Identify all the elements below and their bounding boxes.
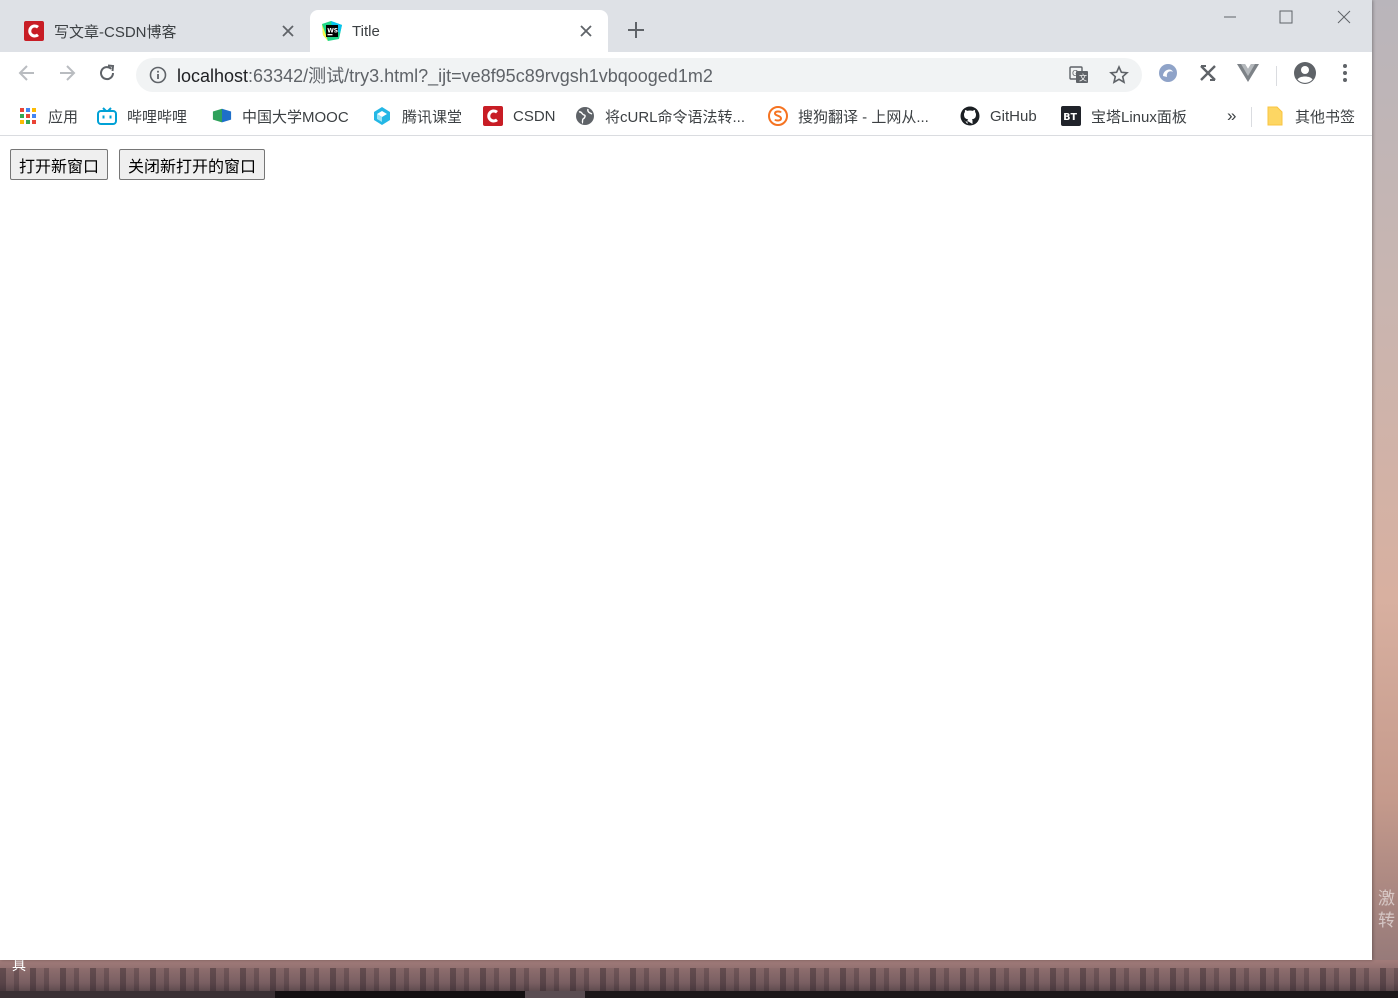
minimize-button[interactable]: [1202, 0, 1258, 36]
bookmark-label: GitHub: [990, 107, 1037, 125]
webstorm-icon: WS: [322, 21, 342, 41]
avatar-icon: [1293, 61, 1317, 89]
mooc-icon: [212, 106, 232, 126]
back-button[interactable]: [12, 60, 42, 90]
chevron-double-right-icon: »: [1227, 106, 1237, 125]
bookmark-label: 中国大学MOOC: [242, 108, 349, 126]
csdn-icon: [483, 106, 503, 126]
browser-window: 写文章-CSDN博客 WS Title localhost:63342/测试/t…: [0, 0, 1372, 960]
close-icon[interactable]: [278, 21, 298, 41]
bookmarks-bar: 应用 哔哩哔哩 中国大学MOOC 腾讯课堂 CSDN 将cURL命令语法转...…: [0, 98, 1372, 136]
translate-icon[interactable]: G文: [1066, 62, 1092, 88]
star-icon[interactable]: [1106, 62, 1132, 88]
info-icon[interactable]: [147, 64, 169, 86]
bookmark-tencent-classroom[interactable]: 腾讯课堂: [372, 104, 462, 128]
forward-button[interactable]: [52, 60, 82, 90]
profile-button[interactable]: [1290, 60, 1320, 90]
globe-icon: [575, 106, 595, 126]
toolbar-divider: [1276, 66, 1277, 86]
bookmark-curl[interactable]: 将cURL命令语法转...: [575, 104, 745, 128]
bt-icon: BT: [1061, 106, 1081, 126]
bookmark-label: 腾讯课堂: [402, 108, 463, 126]
extension-button-3[interactable]: [1233, 60, 1263, 90]
close-opened-window-button[interactable]: 关闭新打开的窗口: [119, 149, 266, 180]
tab-title-page[interactable]: WS Title: [310, 10, 608, 52]
bookmarks-divider: [1251, 107, 1252, 127]
extension-button-1[interactable]: [1153, 60, 1183, 90]
new-tab-button[interactable]: [622, 18, 650, 46]
bookmark-label: 哔哩哔哩: [127, 108, 188, 126]
window-close-button[interactable]: [1316, 0, 1372, 36]
reload-icon: [97, 63, 117, 87]
bt-badge-text: BT: [1063, 112, 1077, 123]
bookmark-label: CSDN: [513, 107, 556, 125]
arrow-left-icon: [17, 63, 37, 87]
bookmark-bt-panel[interactable]: BT 宝塔Linux面板: [1061, 104, 1187, 128]
arrow-right-icon: [57, 63, 77, 87]
svg-text:文: 文: [1079, 73, 1087, 83]
bookmark-label: 宝塔Linux面板: [1091, 108, 1187, 126]
xpath-extension-icon: [1198, 63, 1218, 87]
bookmark-github[interactable]: GitHub: [960, 104, 1037, 128]
csdn-icon: [24, 21, 44, 41]
bookmarks-overflow-button[interactable]: »: [1227, 104, 1236, 128]
svg-text:WS: WS: [327, 28, 338, 35]
maximize-button[interactable]: [1258, 0, 1314, 36]
tencent-classroom-icon: [372, 106, 392, 126]
bookmark-bilibili[interactable]: 哔哩哔哩: [97, 104, 187, 128]
desktop-watermark-text: 激转: [1378, 889, 1395, 931]
sogou-icon: [768, 106, 788, 126]
bookmark-label: 搜狗翻译 - 上网从...: [798, 108, 929, 126]
plus-icon: [627, 21, 645, 43]
more-vert-icon: [1342, 63, 1348, 87]
bookmark-label: 其他书签: [1295, 108, 1356, 126]
address-bar[interactable]: localhost:63342/测试/try3.html?_ijt=ve8f95…: [136, 58, 1142, 92]
apps-grid-icon: [18, 106, 38, 126]
desktop-wallpaper-right: [1372, 0, 1398, 998]
url-host: localhost: [177, 66, 249, 86]
minimize-icon: [1223, 9, 1237, 28]
maximize-icon: [1279, 9, 1293, 28]
tab-strip: 写文章-CSDN博客 WS Title: [0, 0, 1372, 52]
tab-csdn[interactable]: 写文章-CSDN博客: [12, 10, 308, 52]
taskbar: [0, 991, 1398, 998]
tab-title: 写文章-CSDN博客: [54, 23, 177, 41]
bookmark-mooc[interactable]: 中国大学MOOC: [212, 104, 349, 128]
menu-button[interactable]: [1330, 60, 1360, 90]
bookmark-other-folder[interactable]: 其他书签: [1265, 104, 1355, 128]
url-text[interactable]: localhost:63342/测试/try3.html?_ijt=ve8f95…: [177, 62, 713, 88]
bookmark-label: 应用: [48, 108, 79, 126]
vue-devtools-icon: [1237, 63, 1259, 87]
bookmark-csdn[interactable]: CSDN: [483, 104, 556, 128]
bookmark-label: 将cURL命令语法转...: [605, 108, 746, 126]
extension-button-2[interactable]: [1193, 60, 1223, 90]
url-path: :63342/测试/try3.html?_ijt=ve8f95c89rvgsh1…: [248, 66, 713, 86]
browser-toolbar: localhost:63342/测试/try3.html?_ijt=ve8f95…: [0, 52, 1372, 98]
close-icon: [1337, 9, 1351, 28]
open-new-window-button[interactable]: 打开新窗口: [10, 149, 109, 180]
close-icon[interactable]: [576, 21, 596, 41]
page-content: 打开新窗口 关闭新打开的窗口: [0, 137, 1372, 960]
bookmark-apps[interactable]: 应用: [18, 104, 78, 128]
bilibili-icon: [97, 106, 117, 126]
bookmark-sogou[interactable]: 搜狗翻译 - 上网从...: [768, 104, 929, 128]
folder-icon: [1265, 106, 1285, 126]
github-icon: [960, 106, 980, 126]
edge-extension-icon: [1157, 62, 1179, 88]
reload-button[interactable]: [92, 60, 122, 90]
tab-title: Title: [352, 22, 380, 40]
svg-text:G: G: [1072, 69, 1078, 78]
